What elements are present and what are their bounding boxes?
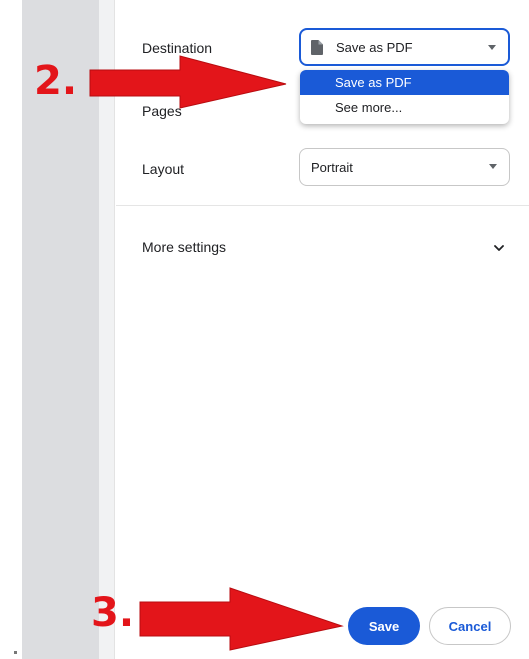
caret-down-icon bbox=[489, 164, 497, 169]
caret-down-icon bbox=[488, 45, 496, 50]
layout-value: Portrait bbox=[311, 159, 353, 175]
section-divider bbox=[116, 205, 529, 206]
layout-select[interactable]: Portrait bbox=[299, 148, 510, 186]
destination-dropdown: Save as PDF See more... bbox=[300, 70, 509, 124]
stray-mark bbox=[14, 651, 17, 654]
destination-value: Save as PDF bbox=[336, 39, 413, 55]
cancel-button[interactable]: Cancel bbox=[429, 607, 511, 645]
page-margin bbox=[0, 0, 22, 659]
step-3-annotation: 3. bbox=[91, 590, 135, 636]
more-settings-toggle[interactable]: More settings bbox=[142, 239, 226, 255]
dropdown-option-save-as-pdf[interactable]: Save as PDF bbox=[300, 70, 509, 95]
dropdown-option-see-more[interactable]: See more... bbox=[300, 95, 509, 120]
arrow-right-icon bbox=[89, 55, 287, 109]
arrow-right-icon bbox=[139, 587, 344, 651]
layout-label: Layout bbox=[142, 161, 185, 177]
step-2-annotation: 2. bbox=[34, 58, 78, 104]
save-button[interactable]: Save bbox=[348, 607, 420, 645]
file-icon bbox=[311, 39, 323, 55]
chevron-down-icon[interactable] bbox=[494, 240, 504, 251]
destination-select[interactable]: Save as PDF bbox=[299, 28, 510, 66]
